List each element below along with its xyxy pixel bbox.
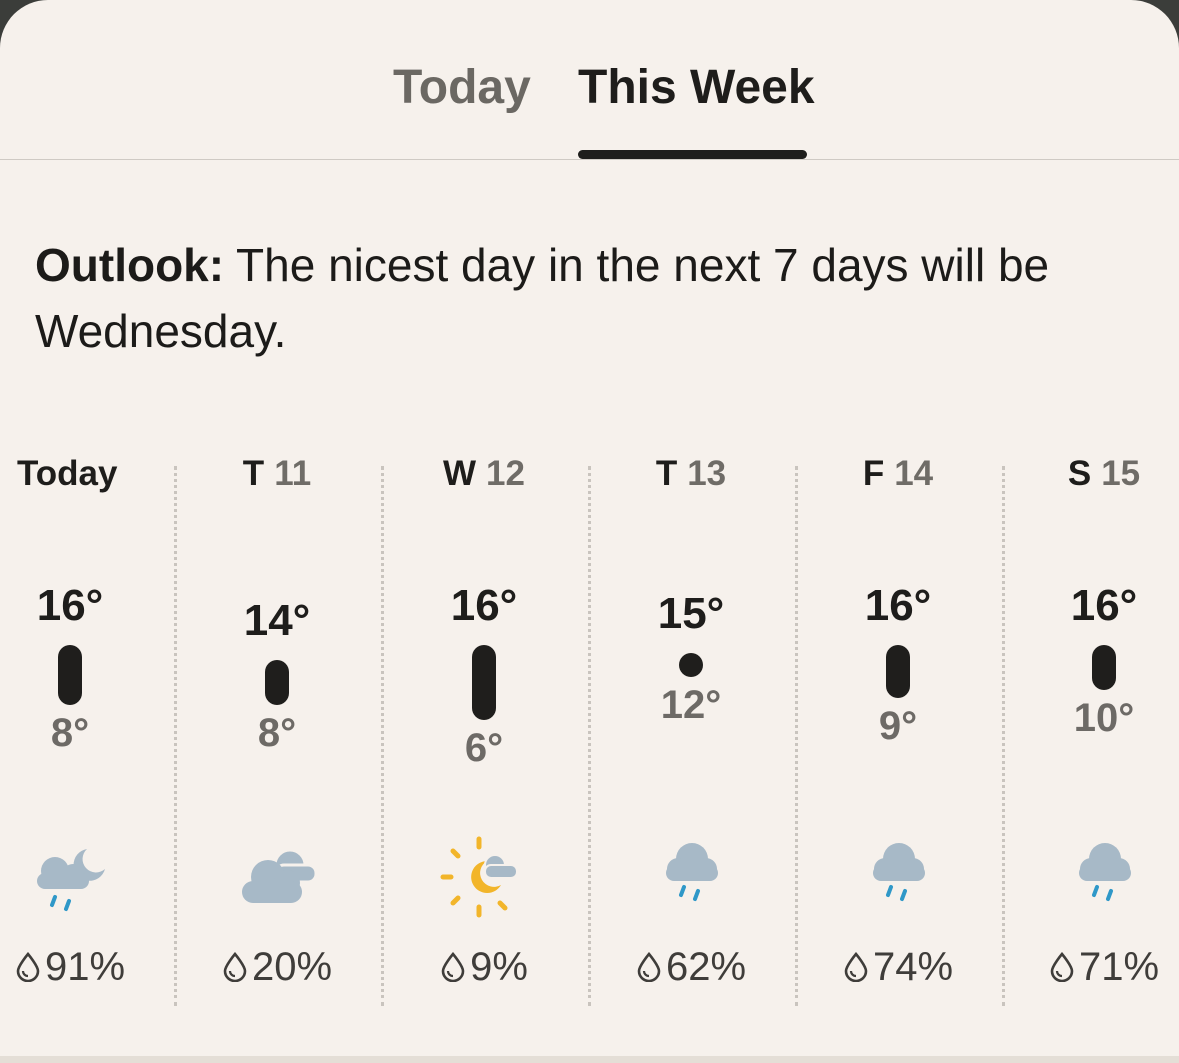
precipitation-chance: 74%	[795, 945, 1002, 992]
precipitation-chance: 62%	[588, 945, 795, 992]
high-temp: 16°	[1070, 581, 1138, 630]
temperature-range-bar	[472, 645, 496, 720]
high-temp: 14°	[243, 596, 311, 645]
cloud-rain-icon	[1059, 835, 1149, 925]
low-temp: 8°	[50, 711, 90, 755]
day-name: F	[862, 454, 885, 493]
temperature-range-bar	[679, 652, 703, 677]
day-label: T 11	[174, 454, 381, 494]
day-name: T	[655, 454, 678, 493]
forecast-grid: Today 16° 8° 91% T 11 14° 8° 20% W 12 16° 6°	[0, 440, 1179, 1010]
forecast-day-column[interactable]: T 11 14° 8° 20%	[174, 440, 381, 1010]
outlook-summary: Outlook: The nicest day in the next 7 da…	[35, 232, 1125, 364]
temperature-range-bar	[265, 660, 289, 705]
day-date: 15	[1101, 454, 1141, 493]
raindrop-icon	[843, 947, 869, 992]
precipitation-chance: 20%	[174, 945, 381, 992]
forecast-day-column[interactable]: W 12 16° 6° 9%	[381, 440, 588, 1010]
precipitation-chance: 9%	[381, 945, 588, 992]
day-name: Today	[17, 454, 118, 493]
day-date: 11	[274, 454, 312, 493]
temperature-range-bar	[886, 645, 910, 698]
day-label: W 12	[381, 454, 588, 494]
raindrop-icon	[636, 947, 662, 992]
tab-today[interactable]: Today	[393, 60, 531, 115]
precipitation-chance: 71%	[1001, 945, 1179, 992]
day-label: F 14	[795, 454, 1002, 494]
high-temp: 16°	[450, 581, 518, 630]
cloud-rain-icon	[646, 835, 736, 925]
active-tab-indicator	[578, 150, 807, 159]
raindrop-icon	[222, 947, 248, 992]
clouds-icon	[232, 835, 322, 925]
forecast-day-column[interactable]: T 13 15° 12° 62%	[588, 440, 795, 1010]
bottom-divider	[0, 1056, 1179, 1063]
raindrop-icon	[15, 947, 41, 992]
high-temp: 16°	[864, 581, 932, 630]
forecast-day-column[interactable]: Today 16° 8° 91%	[0, 440, 174, 1010]
raindrop-icon	[1049, 947, 1075, 992]
high-temp: 16°	[36, 581, 104, 630]
precipitation-value: 71%	[1078, 945, 1160, 989]
high-temp: 15°	[657, 588, 725, 638]
forecast-day-column[interactable]: S 15 16° 10° 71%	[1001, 440, 1179, 1010]
day-label: S 15	[1001, 454, 1179, 494]
tab-this-week[interactable]: This Week	[578, 60, 815, 115]
precipitation-value: 62%	[665, 945, 747, 989]
temperature-range-bar	[58, 645, 82, 705]
low-temp: 6°	[464, 726, 504, 770]
day-label: T 13	[588, 454, 795, 494]
temperature-range-bar	[1092, 645, 1116, 690]
low-temp: 12°	[660, 682, 722, 727]
sun-moon-cloud-icon	[439, 835, 529, 925]
precipitation-value: 74%	[872, 945, 954, 989]
forecast-day-column[interactable]: F 14 16° 9° 74%	[795, 440, 1002, 1010]
precipitation-chance: 91%	[0, 945, 174, 992]
cloud-moon-rain-icon	[25, 835, 115, 925]
day-date: 12	[486, 454, 525, 493]
low-temp: 10°	[1073, 696, 1135, 740]
low-temp: 8°	[257, 711, 297, 755]
low-temp: 9°	[878, 703, 918, 748]
precipitation-value: 20%	[251, 945, 333, 989]
raindrop-icon	[440, 947, 466, 992]
day-date: 13	[687, 454, 727, 493]
precipitation-value: 9%	[470, 945, 528, 989]
tab-bar: Today This Week	[0, 0, 1179, 160]
cloud-rain-icon	[853, 835, 943, 925]
day-date: 14	[894, 454, 934, 493]
outlook-label: Outlook:	[35, 239, 225, 291]
precipitation-value: 91%	[44, 945, 126, 989]
day-name: W	[443, 454, 477, 493]
day-name: T	[242, 454, 265, 493]
weekly-forecast-sheet: Today This Week Outlook: The nicest day …	[0, 0, 1179, 1063]
day-name: S	[1067, 454, 1092, 493]
